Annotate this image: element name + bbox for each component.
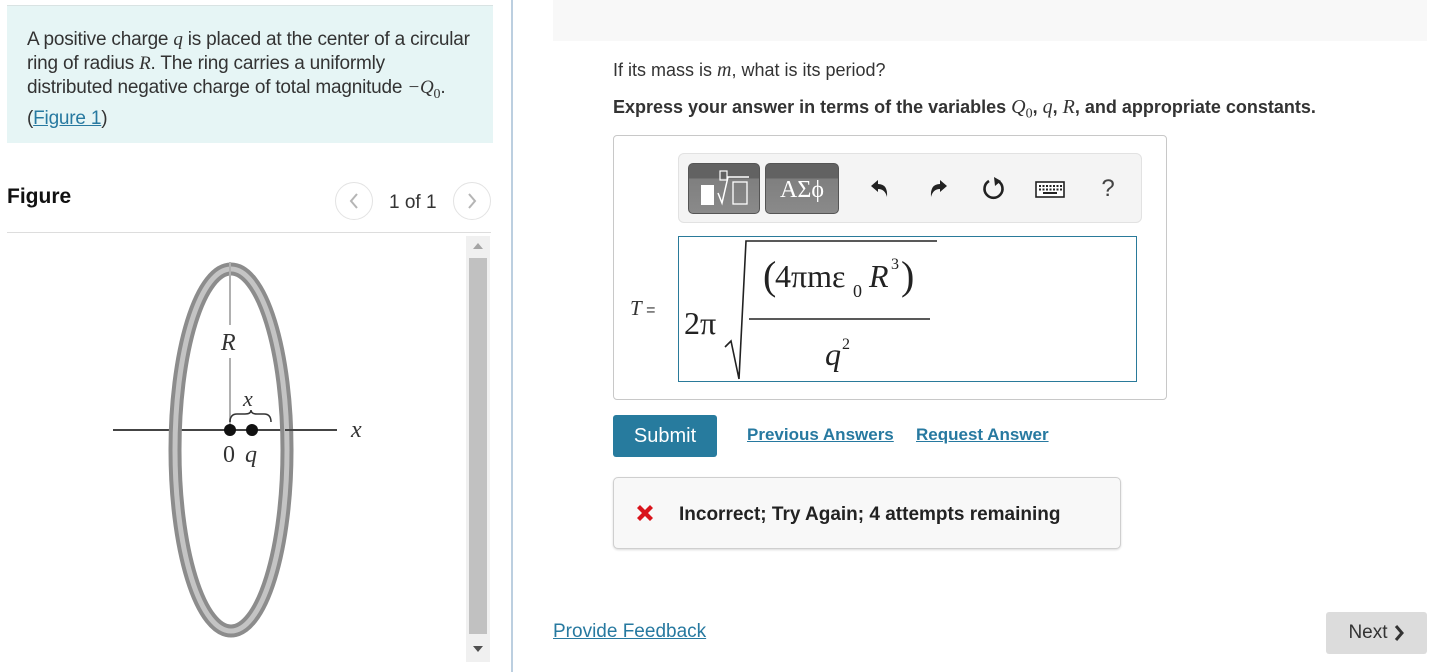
figure-prev-button[interactable] <box>335 182 373 220</box>
question-text: If its mass is m, what is its period? <box>613 59 886 82</box>
coefficient-text: 2π <box>684 305 716 341</box>
var-m: m <box>717 59 732 81</box>
templates-button[interactable] <box>688 163 760 214</box>
displacement-brace <box>229 409 272 423</box>
answer-card: ΑΣϕ ? T = 2π (4πmε 0 R 3) q 2 <box>613 135 1167 400</box>
instruction-text-part: Express your answer in terms of the vari… <box>613 97 1012 117</box>
scroll-up-arrow-icon[interactable] <box>473 243 483 249</box>
submit-button[interactable]: Submit <box>613 415 717 457</box>
previous-answers-link[interactable]: Previous Answers <box>747 425 894 445</box>
numerator-R: R <box>868 258 889 294</box>
label-origin: 0 <box>223 442 235 468</box>
var-R: R <box>139 53 151 74</box>
var-q: q <box>1042 96 1053 118</box>
request-answer-link[interactable]: Request Answer <box>916 425 1049 445</box>
figure-counter: 1 of 1 <box>389 192 437 213</box>
math-toolbar: ΑΣϕ ? <box>678 153 1142 223</box>
figure-1-link[interactable]: Figure 1 <box>33 108 101 129</box>
numerator-close-paren: ) <box>901 253 914 298</box>
figure-scrollbar[interactable] <box>466 236 490 662</box>
figure-viewport: R x 0 q x <box>7 234 467 672</box>
label-x-axis: x <box>350 417 362 443</box>
greek-symbols-button[interactable]: ΑΣϕ <box>765 163 839 214</box>
figure-next-button[interactable] <box>453 182 491 220</box>
answer-variable-label: T = <box>630 296 655 321</box>
figure-title: Figure <box>7 185 72 208</box>
label-q: q <box>245 442 257 468</box>
answer-expression: 2π ( 4πmε 0 R 3 ) q 2 <box>684 240 937 380</box>
pane-divider[interactable] <box>511 0 513 672</box>
redo-button[interactable] <box>923 174 953 204</box>
separator: , <box>1032 97 1043 117</box>
feedback-message-box: Incorrect; Try Again; 4 attempts remaini… <box>613 477 1121 549</box>
intro-text: A positive charge <box>27 29 174 50</box>
denominator-exponent: 2 <box>842 336 850 353</box>
ring-figure: R x 0 q x <box>113 262 362 638</box>
answer-input[interactable]: 2π ( 4πmε 0 R 3 ) q 2 <box>678 236 1137 382</box>
left-pane: A positive charge q is placed at the cen… <box>0 0 512 672</box>
help-button[interactable]: ? <box>1093 174 1123 204</box>
equals-sign: = <box>641 302 656 319</box>
label-x-displacement: x <box>242 386 253 411</box>
next-label: Next <box>1348 622 1388 643</box>
provide-feedback-link[interactable]: Provide Feedback <box>553 621 706 643</box>
var-q: q <box>173 29 183 50</box>
question-text-part: , what is its period? <box>731 60 886 80</box>
numerator-body-text: 4πmε <box>775 258 845 294</box>
numerator-subscript: 0 <box>853 281 862 301</box>
x-mark-icon <box>637 505 653 521</box>
denominator-q: q <box>825 336 841 372</box>
redo-icon <box>930 180 947 197</box>
answer-instruction: Express your answer in terms of the vari… <box>613 96 1316 123</box>
keyboard-icon <box>1035 181 1065 198</box>
separator: , <box>1052 97 1063 117</box>
chevron-left-icon <box>349 193 358 209</box>
scrollbar-thumb[interactable] <box>469 258 487 634</box>
coefficient-2pi: 2π <box>684 305 716 341</box>
feedback-text: Incorrect; Try Again; 4 attempts remaini… <box>679 504 1061 525</box>
label-R: R <box>220 330 236 356</box>
numerator-exponent: 3 <box>891 256 899 273</box>
scroll-down-arrow-icon[interactable] <box>473 646 483 652</box>
problem-intro: A positive charge q is placed at the cen… <box>7 5 493 143</box>
var-neg-Q0: −Q <box>407 77 434 98</box>
intro-text: ) <box>101 107 108 129</box>
templates-sqrt-icon <box>701 169 749 206</box>
numerator-body: 4πmε <box>775 258 845 294</box>
figure-header: Figure 1 of 1 <box>7 178 491 233</box>
origin-point <box>224 424 236 436</box>
reset-icon <box>983 177 1004 200</box>
chevron-right-icon <box>1394 625 1404 641</box>
var-T: T <box>630 296 642 320</box>
next-button[interactable]: Next <box>1326 612 1427 654</box>
undo-button[interactable] <box>865 174 895 204</box>
var-R: R <box>1062 96 1075 118</box>
part-header-bar <box>553 0 1427 41</box>
var-Q: Q <box>1011 96 1026 118</box>
subscript-0: 0 <box>1025 106 1033 122</box>
charge-point <box>246 424 258 436</box>
question-text-part: If its mass is <box>613 60 718 80</box>
instruction-text-part: , and appropriate constants. <box>1074 97 1316 117</box>
chevron-right-icon <box>468 193 477 209</box>
reset-button[interactable] <box>979 174 1009 204</box>
keyboard-button[interactable] <box>1035 174 1065 204</box>
undo-icon <box>871 180 888 197</box>
